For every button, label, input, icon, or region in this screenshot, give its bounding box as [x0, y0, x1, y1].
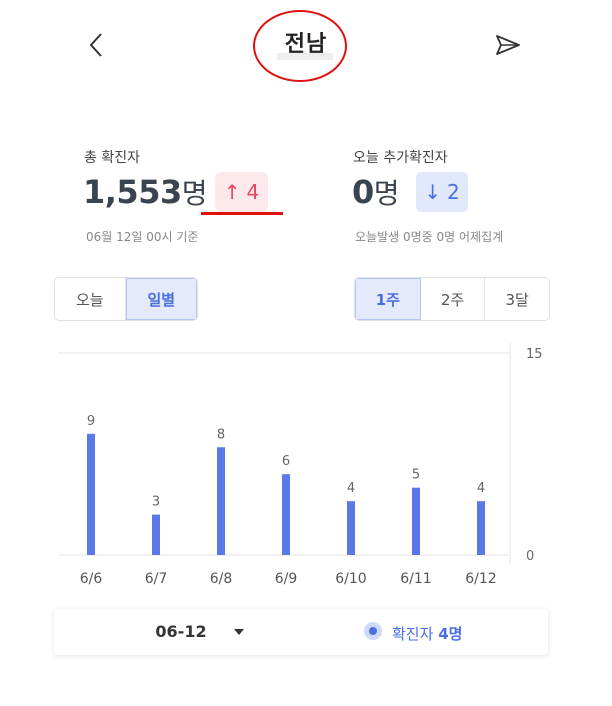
x-tick-label: 6/8	[210, 571, 233, 587]
data-label: 8	[217, 427, 225, 442]
legend-dot-icon	[364, 622, 382, 640]
x-tick-label: 6/9	[275, 571, 298, 587]
legend-label: 확진자 4명	[392, 623, 462, 644]
bar-6/11	[412, 487, 420, 555]
underline-annotation	[201, 212, 283, 215]
data-label: 5	[412, 468, 420, 483]
tab-1week[interactable]: 1주	[355, 278, 421, 320]
today-unit: 명	[373, 177, 400, 210]
total-delta: 4	[246, 180, 260, 204]
total-value: 1,553	[83, 173, 182, 211]
caret-down-icon[interactable]	[232, 627, 246, 637]
range-toggle: 1주 2주 3달	[354, 277, 550, 321]
today-note: 오늘발생 0명중 0명 어제집계	[355, 230, 504, 244]
total-delta-badge: ↑ 4	[215, 172, 268, 212]
title-circle-annotation	[253, 10, 347, 82]
x-tick-label: 6/10	[335, 571, 366, 587]
arrow-up-icon: ↑	[223, 180, 241, 204]
bar-6/10	[347, 501, 355, 555]
today-value-group: 0명	[352, 172, 400, 212]
today-delta-badge: ↓ 2	[416, 172, 468, 212]
total-label: 총 확진자	[84, 150, 140, 166]
bar-6/8	[217, 447, 225, 555]
x-tick-label: 6/11	[400, 571, 431, 587]
y-tick-label: 15	[526, 347, 543, 362]
bar-6/7	[152, 514, 160, 555]
tab-today[interactable]: 오늘	[55, 278, 126, 320]
selected-date[interactable]: 06-12	[136, 622, 226, 641]
bar-6/12	[477, 501, 485, 555]
tab-daily[interactable]: 일별	[125, 278, 197, 320]
send-icon	[496, 35, 520, 55]
bar-6/9	[282, 474, 290, 555]
data-label: 4	[477, 481, 485, 496]
bar-6/6	[87, 433, 95, 555]
x-tick-label: 6/12	[465, 571, 496, 587]
today-value: 0	[352, 173, 374, 211]
total-note: 06월 12일 00시 기준	[86, 230, 199, 244]
data-label: 9	[87, 414, 95, 429]
total-value-group: 1,553명	[83, 172, 207, 212]
summary-card: 06-12 확진자 4명	[54, 609, 548, 655]
legend-series-name: 확진자	[392, 625, 434, 643]
data-label: 4	[347, 481, 355, 496]
x-tick-label: 6/6	[80, 571, 103, 587]
today-delta: 2	[447, 180, 460, 204]
data-label: 6	[282, 454, 290, 469]
x-tick-label: 6/7	[145, 571, 168, 587]
y-tick-label: 0	[526, 549, 534, 564]
total-unit: 명	[181, 177, 208, 210]
data-label: 3	[152, 495, 160, 510]
view-toggle: 오늘 일별	[54, 277, 198, 321]
daily-cases-chart: 0 15 9 6/6 3 6/7 8 6/8 6 6/9 4 6/10 5 6/11 4 6/12	[58, 343, 543, 587]
arrow-down-icon: ↓	[424, 180, 442, 204]
legend-value: 4명	[438, 625, 463, 643]
tab-2weeks[interactable]: 2주	[421, 278, 486, 320]
share-button[interactable]	[490, 28, 526, 62]
tab-3months[interactable]: 3달	[485, 278, 549, 320]
today-label: 오늘 추가확진자	[353, 150, 448, 166]
